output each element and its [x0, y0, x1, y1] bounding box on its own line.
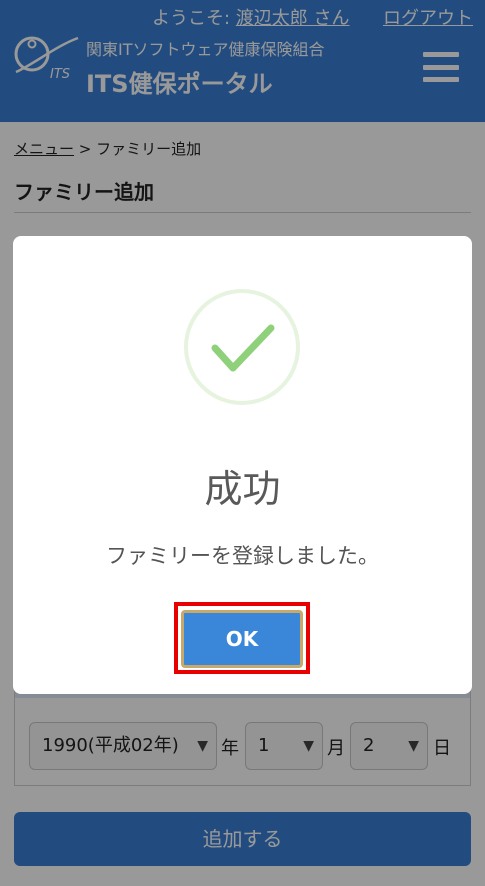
- success-check-icon: [184, 289, 300, 405]
- modal-title: 成功: [204, 467, 281, 511]
- success-modal: 成功 ファミリーを登録しました。 OK: [13, 236, 472, 694]
- modal-message: ファミリーを登録しました。: [106, 544, 379, 568]
- ok-button[interactable]: OK: [181, 610, 303, 668]
